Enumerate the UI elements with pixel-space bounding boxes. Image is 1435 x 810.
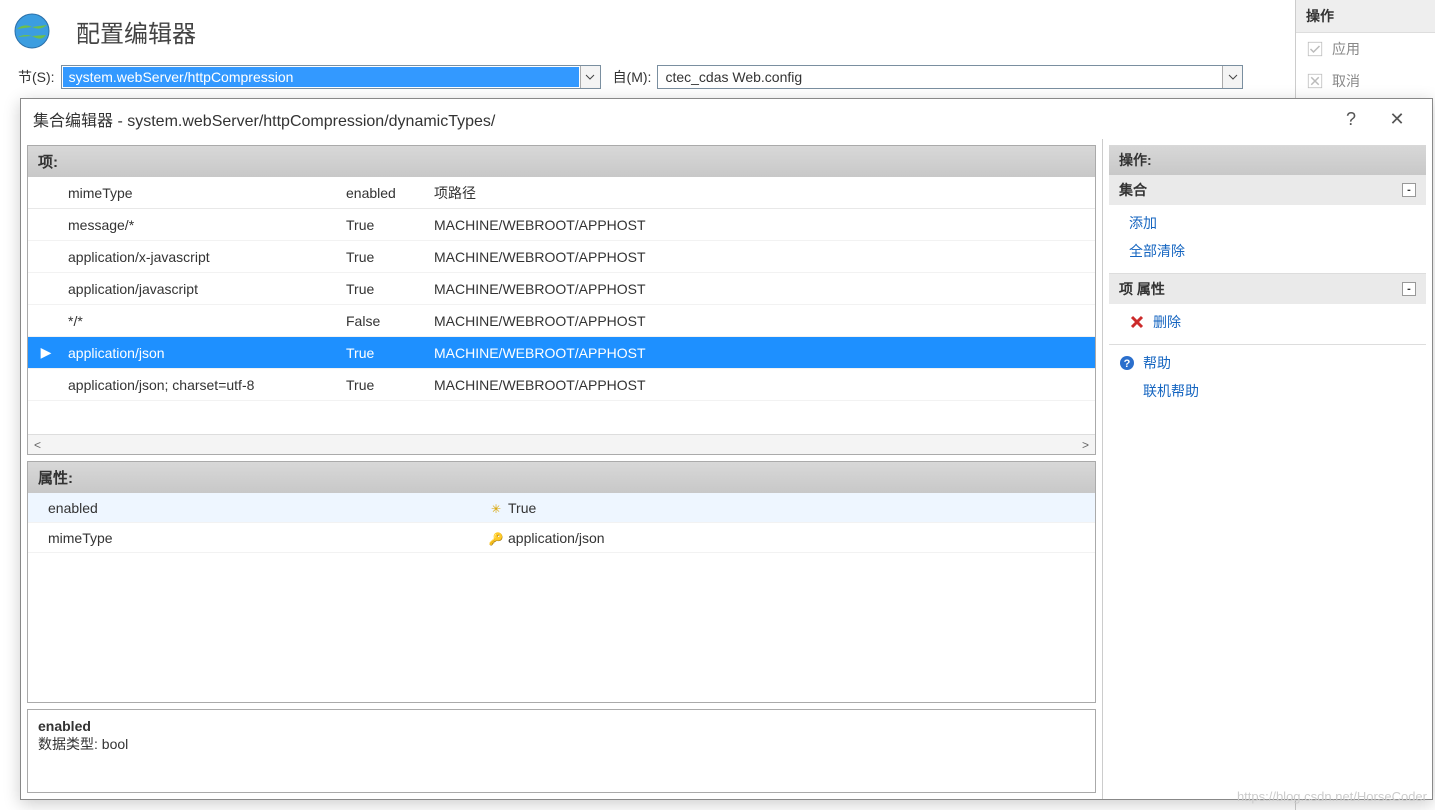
chevron-down-icon	[585, 74, 595, 80]
dialog-actions-header: 操作:	[1109, 145, 1426, 175]
col-mime[interactable]: mimeType	[64, 185, 346, 201]
cell-mime: application/javascript	[64, 281, 346, 297]
items-panel: 项: mimeType enabled 项路径 message/*TrueMAC…	[27, 145, 1096, 455]
collapse-button[interactable]: -	[1402, 282, 1416, 296]
table-row[interactable]: */*FalseMACHINE/WEBROOT/APPHOST	[28, 305, 1095, 337]
grid-header-row: mimeType enabled 项路径	[28, 177, 1095, 209]
property-value[interactable]: application/json	[508, 530, 1095, 546]
cell-enabled: True	[346, 217, 434, 233]
cell-mime: */*	[64, 313, 346, 329]
property-row[interactable]: enabled ✳ True	[28, 493, 1095, 523]
table-row[interactable]: application/javascriptTrueMACHINE/WEBROO…	[28, 273, 1095, 305]
cell-enabled: True	[346, 345, 434, 361]
table-row[interactable]: ▶application/jsonTrueMACHINE/WEBROOT/APP…	[28, 337, 1095, 369]
section-combo[interactable]: system.webServer/httpCompression	[61, 65, 601, 89]
property-key: enabled	[28, 500, 484, 516]
cell-path: MACHINE/WEBROOT/APPHOST	[434, 217, 1095, 233]
property-key: mimeType	[28, 530, 484, 546]
page-title: 配置编辑器	[76, 14, 196, 49]
add-link[interactable]: 添加	[1129, 209, 1416, 237]
items-panel-header: 项:	[28, 146, 1095, 177]
section-collection-header: 集合 -	[1109, 175, 1426, 205]
actions-pane-header: 操作	[1296, 0, 1435, 33]
cell-path: MACHINE/WEBROOT/APPHOST	[434, 313, 1095, 329]
cell-enabled: True	[346, 249, 434, 265]
collapse-button[interactable]: -	[1402, 183, 1416, 197]
properties-list: enabled ✳ True mimeType 🔑 application/json	[28, 493, 1095, 702]
col-enabled[interactable]: enabled	[346, 185, 434, 201]
dialog-actions-pane: 操作: 集合 - 添加 全部清除 项 属性 -	[1102, 139, 1432, 799]
dialog-close-button[interactable]: ✕	[1374, 103, 1420, 135]
row-indicator: ▶	[28, 344, 64, 361]
from-dropdown-button[interactable]	[1222, 66, 1242, 88]
section-dropdown-button[interactable]	[580, 66, 600, 88]
from-combo[interactable]: ctec_cdas Web.config	[657, 65, 1243, 89]
help-icon: ?	[1119, 355, 1135, 371]
online-help-link[interactable]: 联机帮助	[1119, 377, 1416, 405]
description-box: enabled 数据类型: bool	[27, 709, 1096, 793]
apply-action[interactable]: 应用	[1296, 33, 1435, 65]
path-row: 节(S): system.webServer/httpCompression 自…	[0, 62, 1435, 92]
section-value: system.webServer/httpCompression	[63, 67, 579, 87]
cell-mime: application/json	[64, 345, 346, 361]
cell-path: MACHINE/WEBROOT/APPHOST	[434, 281, 1095, 297]
dialog-titlebar: 集合编辑器 - system.webServer/httpCompression…	[21, 99, 1432, 139]
cell-mime: application/x-javascript	[64, 249, 346, 265]
scroll-left-button[interactable]: <	[34, 438, 41, 452]
dialog-help-button[interactable]: ?	[1328, 103, 1374, 135]
description-type: 数据类型: bool	[38, 734, 1085, 754]
delete-link[interactable]: 删除	[1129, 308, 1416, 336]
col-path[interactable]: 项路径	[434, 183, 1095, 203]
globe-icon	[12, 11, 52, 51]
help-link[interactable]: ? 帮助	[1119, 349, 1416, 377]
dialog-title: 集合编辑器 - system.webServer/httpCompression…	[33, 107, 1328, 131]
cell-enabled: False	[346, 313, 434, 329]
from-label: 自(M):	[613, 67, 652, 87]
table-row[interactable]: application/x-javascriptTrueMACHINE/WEBR…	[28, 241, 1095, 273]
section-itemprops-header: 项 属性 -	[1109, 274, 1426, 304]
chevron-down-icon	[1228, 74, 1238, 80]
clear-all-link[interactable]: 全部清除	[1129, 237, 1416, 265]
cell-path: MACHINE/WEBROOT/APPHOST	[434, 249, 1095, 265]
from-value: ctec_cdas Web.config	[659, 67, 1221, 87]
watermark: https://blog.csdn.net/HorseCoder	[1237, 789, 1427, 804]
modified-marker-icon: ✳	[491, 502, 501, 516]
cancel-action[interactable]: 取消	[1296, 65, 1435, 97]
property-value[interactable]: True	[508, 500, 1095, 516]
cancel-icon	[1306, 72, 1324, 90]
table-row[interactable]: message/*TrueMACHINE/WEBROOT/APPHOST	[28, 209, 1095, 241]
apply-icon	[1306, 40, 1324, 58]
title-bar: 配置编辑器	[0, 0, 1435, 62]
key-marker-icon: 🔑	[489, 532, 504, 546]
items-grid: mimeType enabled 项路径 message/*TrueMACHIN…	[28, 177, 1095, 454]
cell-mime: application/json; charset=utf-8	[64, 377, 346, 393]
property-row[interactable]: mimeType 🔑 application/json	[28, 523, 1095, 553]
cell-enabled: True	[346, 377, 434, 393]
table-row[interactable]: application/json; charset=utf-8TrueMACHI…	[28, 369, 1095, 401]
cell-path: MACHINE/WEBROOT/APPHOST	[434, 345, 1095, 361]
description-name: enabled	[38, 718, 1085, 734]
properties-panel-header: 属性:	[28, 462, 1095, 493]
section-label: 节(S):	[18, 67, 55, 87]
grid-hscroll[interactable]: < >	[28, 434, 1095, 454]
svg-text:?: ?	[1124, 358, 1131, 370]
delete-icon	[1129, 314, 1145, 330]
cell-path: MACHINE/WEBROOT/APPHOST	[434, 377, 1095, 393]
scroll-right-button[interactable]: >	[1082, 438, 1089, 452]
cell-enabled: True	[346, 281, 434, 297]
cell-mime: message/*	[64, 217, 346, 233]
properties-panel: 属性: enabled ✳ True mimeType 🔑 application/jso…	[27, 461, 1096, 703]
collection-editor-dialog: 集合编辑器 - system.webServer/httpCompression…	[20, 98, 1433, 800]
